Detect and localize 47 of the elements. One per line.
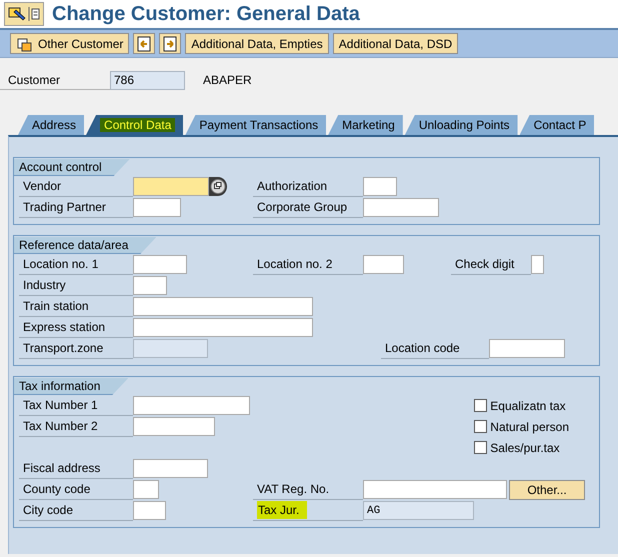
customer-name: ABAPER	[203, 72, 252, 89]
tab[interactable]: Payment Transactions	[185, 115, 326, 135]
group-title: Reference data/area	[14, 237, 156, 254]
group-title: Tax information	[14, 378, 128, 395]
next-page-icon[interactable]	[159, 33, 182, 54]
input-field[interactable]	[133, 459, 208, 478]
input-field[interactable]	[133, 198, 181, 217]
checkbox-label: Equalizatn tax	[490, 398, 566, 414]
checkbox[interactable]	[474, 420, 488, 433]
input-field[interactable]	[133, 417, 215, 436]
toolbar-button[interactable]: Additional Data, DSD	[332, 33, 458, 54]
input-field[interactable]	[133, 177, 209, 196]
group-title: Account control	[14, 159, 130, 176]
input-field[interactable]	[133, 297, 313, 316]
input-field[interactable]	[133, 480, 159, 499]
other-button[interactable]: Other...	[509, 480, 585, 500]
customer-field[interactable]: 786	[110, 70, 185, 90]
tab[interactable]: Address	[18, 115, 84, 135]
previous-page-icon[interactable]	[133, 33, 156, 54]
checkbox-label: Natural person	[490, 418, 569, 436]
display-change-icon[interactable]	[8, 6, 26, 22]
input-field[interactable]	[531, 255, 544, 274]
input-field[interactable]	[363, 480, 507, 499]
other-customer-button[interactable]: Other Customer	[10, 33, 130, 54]
input-field[interactable]	[133, 255, 187, 274]
input-field[interactable]	[363, 255, 404, 274]
input-field[interactable]	[133, 276, 167, 295]
checkbox[interactable]	[474, 399, 488, 412]
input-field[interactable]	[489, 339, 565, 358]
checkbox-label: Sales/pur.tax	[490, 440, 560, 456]
tab[interactable]: Marketing	[328, 115, 403, 135]
search-help-icon[interactable]	[209, 177, 227, 196]
input-field[interactable]	[133, 396, 250, 415]
input-field[interactable]: AG	[363, 501, 474, 520]
tab[interactable]: Unloading Points	[404, 115, 518, 135]
checkbox[interactable]	[474, 441, 488, 454]
toolbar-button[interactable]: Additional Data, Empties	[185, 33, 329, 54]
window-title: Change Customer: General Data	[52, 2, 360, 27]
field-label: Tax Jur.	[253, 500, 363, 521]
tab[interactable]: Control Data	[86, 115, 184, 135]
input-field[interactable]	[133, 339, 208, 358]
input-field[interactable]	[363, 198, 439, 217]
input-field[interactable]	[363, 177, 397, 196]
input-field[interactable]	[133, 501, 166, 520]
document-icon[interactable]	[28, 6, 40, 22]
input-field[interactable]	[133, 318, 313, 337]
tab[interactable]: Contact P	[520, 115, 594, 135]
